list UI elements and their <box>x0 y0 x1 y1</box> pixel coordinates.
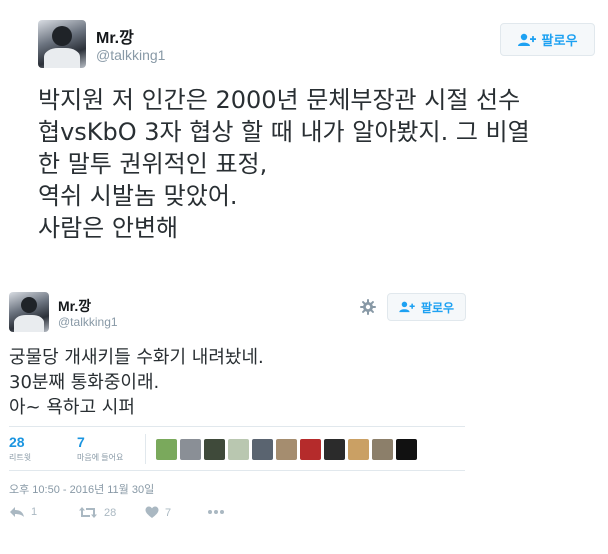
like-count: 7 <box>77 434 85 450</box>
reply-count: 1 <box>31 506 38 518</box>
tweet-text-line: 궁물당 개새키들 수화기 내려놨네. <box>9 347 264 368</box>
follow-button[interactable]: 팔로우 <box>500 23 595 56</box>
liker-avatar[interactable] <box>252 439 273 460</box>
liker-avatar[interactable] <box>228 439 249 460</box>
avatar[interactable] <box>9 292 49 332</box>
retweet-button[interactable]: 28 <box>78 506 116 519</box>
retweet-count: 28 <box>9 434 25 450</box>
more-button[interactable] <box>207 506 231 518</box>
liker-avatar[interactable] <box>276 439 297 460</box>
follow-button[interactable]: 팔로우 <box>387 293 466 321</box>
retweet-action-count: 28 <box>104 506 117 519</box>
display-name[interactable]: Mr.깡 <box>58 296 91 316</box>
display-name[interactable]: Mr.깡 <box>96 24 134 48</box>
like-action-count: 7 <box>165 506 172 519</box>
like-label: 마음에 들어요 <box>77 453 124 462</box>
tweet-text-line: 사람은 안변해 <box>38 214 179 242</box>
liker-avatar[interactable] <box>324 439 345 460</box>
tweet-text-line: 역쉬 시발놈 맞았어. <box>38 182 238 210</box>
tweet-text-line: 30분째 통화중이래. <box>9 372 160 393</box>
heart-icon <box>145 506 159 518</box>
add-user-icon <box>399 301 415 313</box>
add-user-icon <box>517 33 536 46</box>
tweet-text-line: 한 말투 권위적인 표정, <box>38 150 268 178</box>
retweet-label: 리트윗 <box>9 453 32 462</box>
retweet-stat[interactable]: 28 리트윗 <box>9 434 31 463</box>
liker-avatar[interactable] <box>180 439 201 460</box>
tweet-text-line: 아~ 욕하고 시퍼 <box>9 397 135 418</box>
liker-avatar[interactable] <box>372 439 393 460</box>
liker-avatars <box>156 439 417 460</box>
gear-icon[interactable] <box>360 299 376 315</box>
like-button[interactable]: 7 <box>145 506 171 519</box>
liker-avatar[interactable] <box>300 439 321 460</box>
tweet-text: 박지원 저 인간은 2000년 문체부장관 시절 선수 협vsKbO 3자 협상… <box>38 84 530 244</box>
liker-avatar[interactable] <box>204 439 225 460</box>
tweet-text-line: 협vsKbO 3자 협상 할 때 내가 알아봤지. 그 비열 <box>38 118 530 146</box>
avatar[interactable] <box>38 20 86 68</box>
divider <box>9 426 465 427</box>
liker-avatar[interactable] <box>156 439 177 460</box>
follow-label: 팔로우 <box>541 34 578 49</box>
reply-button[interactable]: 1 <box>9 506 37 518</box>
divider <box>9 470 465 471</box>
follow-label: 팔로우 <box>420 300 455 315</box>
liker-avatar[interactable] <box>396 439 417 460</box>
tweet-text-line: 박지원 저 인간은 2000년 문체부장관 시절 선수 <box>38 86 521 114</box>
reply-icon <box>10 507 24 517</box>
retweet-icon <box>79 507 97 518</box>
user-handle[interactable]: @talkking1 <box>58 315 118 329</box>
divider <box>145 434 146 464</box>
tweet-text: 궁물당 개새키들 수화기 내려놨네. 30분째 통화중이래. 아~ 욕하고 시퍼 <box>9 345 264 420</box>
timestamp[interactable]: 오후 10:50 - 2016년 11월 30일 <box>9 481 154 497</box>
like-stat[interactable]: 7 마음에 들어요 <box>77 434 123 463</box>
user-handle[interactable]: @talkking1 <box>96 47 165 63</box>
more-icon <box>208 510 224 514</box>
liker-avatar[interactable] <box>348 439 369 460</box>
